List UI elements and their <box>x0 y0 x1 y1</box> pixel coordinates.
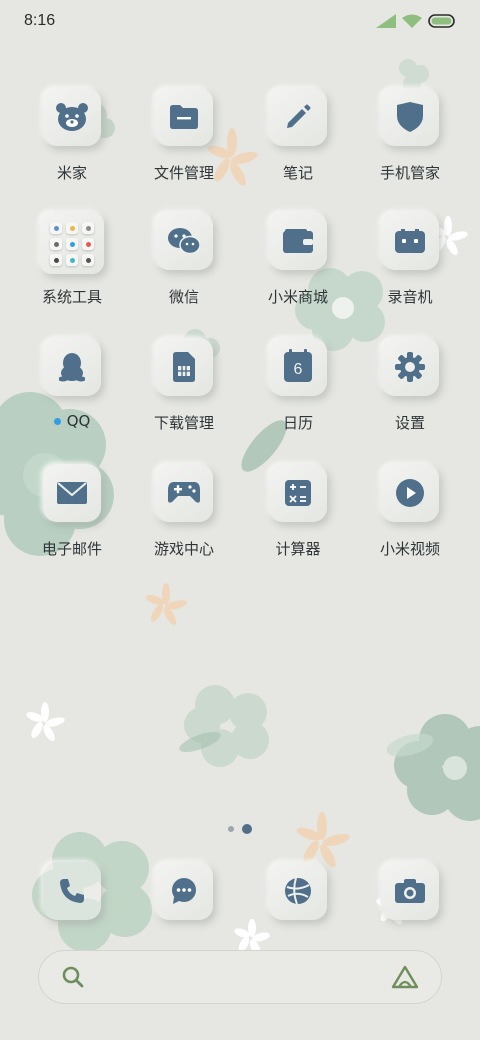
calendar-day: 6 <box>293 361 303 378</box>
folder-tile[interactable] <box>40 212 104 274</box>
app-email[interactable]: 电子邮件 <box>16 464 128 559</box>
status-icons <box>376 14 456 28</box>
app-label: 游戏中心 <box>153 540 214 558</box>
gear-icon <box>395 352 425 382</box>
app-icon-tile[interactable] <box>155 212 213 270</box>
search-icon[interactable] <box>61 965 85 989</box>
app-label: 笔记 <box>282 164 313 182</box>
app-label: QQ <box>53 412 90 430</box>
app-label: 系统工具 <box>41 288 102 306</box>
battery-icon <box>428 14 455 28</box>
app-icon-tile[interactable] <box>381 88 439 146</box>
dock-camera[interactable] <box>354 862 466 920</box>
camera-icon <box>395 879 425 903</box>
app-icon-tile[interactable] <box>381 338 439 396</box>
app-label: 小米视频 <box>379 540 440 558</box>
app-mijia[interactable]: 米家 <box>16 88 128 183</box>
app-icon-tile[interactable] <box>269 88 327 146</box>
status-bar: 8:16 <box>0 0 480 42</box>
app-icon-tile[interactable]: 6 <box>269 338 327 396</box>
app-icon-tile[interactable] <box>155 88 213 146</box>
app-icon-tile[interactable] <box>43 88 101 146</box>
app-mi-store[interactable]: 小米商城 <box>242 212 354 307</box>
page-dot-active[interactable] <box>242 824 252 834</box>
page-indicator[interactable] <box>0 824 480 834</box>
browser-icon <box>285 877 311 905</box>
app-calendar[interactable]: 6 日历 <box>242 338 354 433</box>
play-icon <box>396 479 424 507</box>
app-game-center[interactable]: 游戏中心 <box>128 464 240 559</box>
gamepad-icon <box>168 482 200 503</box>
penguin-icon <box>59 353 85 382</box>
app-label: 电子邮件 <box>41 540 102 558</box>
search-bar[interactable] <box>38 950 442 1004</box>
app-notes[interactable]: 笔记 <box>242 88 354 183</box>
app-downloads[interactable]: 下载管理 <box>128 338 240 433</box>
app-icon-tile[interactable] <box>381 464 439 522</box>
tools-folder-icon <box>42 214 102 272</box>
clock: 8:16 <box>24 12 56 29</box>
app-icon-tile[interactable] <box>269 464 327 522</box>
signal-icon <box>376 14 396 28</box>
app-icon-tile[interactable] <box>155 338 213 396</box>
dock-browser[interactable] <box>242 862 354 920</box>
shield-icon <box>397 102 423 132</box>
phone-icon <box>60 879 84 903</box>
app-label: 手机管家 <box>379 164 440 182</box>
app-label: 计算器 <box>275 540 321 558</box>
sim-card-icon <box>173 352 195 382</box>
app-icon-tile[interactable] <box>269 212 327 270</box>
app-settings[interactable]: 设置 <box>354 338 466 433</box>
app-recorder[interactable]: 录音机 <box>354 212 466 307</box>
app-label: 微信 <box>168 288 199 306</box>
app-label: 日历 <box>282 414 313 432</box>
app-wechat[interactable]: 微信 <box>128 212 240 307</box>
app-label: 设置 <box>394 414 425 432</box>
app-icon-tile[interactable] <box>43 338 101 396</box>
message-icon <box>172 878 196 904</box>
wallet-icon <box>283 229 313 253</box>
folder-icon <box>170 105 198 129</box>
app-file-manager[interactable]: 文件管理 <box>128 88 240 183</box>
app-label: 小米商城 <box>267 288 328 306</box>
app-label: 米家 <box>56 164 87 182</box>
new-install-dot <box>53 417 61 425</box>
app-mi-video[interactable]: 小米视频 <box>354 464 466 559</box>
app-icon-tile[interactable] <box>43 464 101 522</box>
assistant-icon[interactable] <box>391 965 419 989</box>
dock-icon-tile[interactable] <box>43 862 101 920</box>
wechat-icon <box>168 228 200 255</box>
app-system-tools[interactable]: 系统工具 <box>16 212 128 307</box>
app-label: 下载管理 <box>153 414 214 432</box>
app-calculator[interactable]: 计算器 <box>242 464 354 559</box>
page-dot[interactable] <box>228 826 234 832</box>
app-security[interactable]: 手机管家 <box>354 88 466 183</box>
app-label: 录音机 <box>387 288 433 306</box>
calculator-icon <box>285 480 311 506</box>
app-icon-tile[interactable] <box>381 212 439 270</box>
app-label: 文件管理 <box>153 164 214 182</box>
dock-phone[interactable] <box>16 862 128 920</box>
recorder-icon <box>395 229 425 253</box>
dock-icon-tile[interactable] <box>155 862 213 920</box>
pencil-icon <box>287 104 311 128</box>
mail-icon <box>57 482 87 504</box>
wifi-icon <box>402 14 422 28</box>
dock-icon-tile[interactable] <box>381 862 439 920</box>
app-icon-tile[interactable] <box>155 464 213 522</box>
dock-icon-tile[interactable] <box>269 862 327 920</box>
dock-messages[interactable] <box>128 862 240 920</box>
bear-icon <box>56 103 88 131</box>
calendar-icon: 6 <box>284 349 312 382</box>
app-qq[interactable]: QQ <box>16 338 128 430</box>
